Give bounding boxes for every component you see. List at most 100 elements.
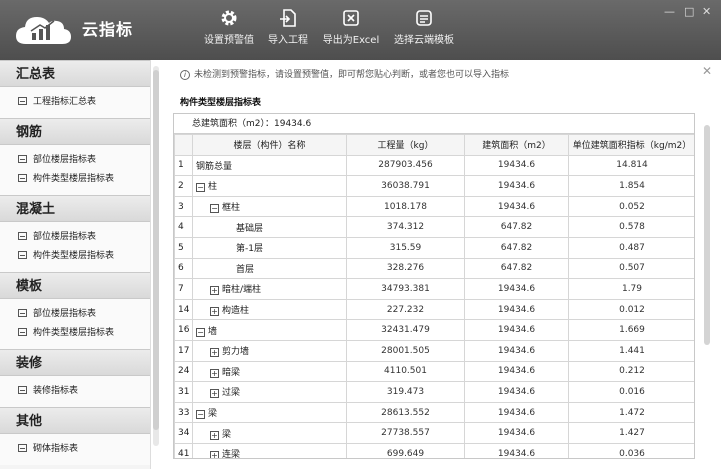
table-row[interactable]: 14 + 构造柱 227.232 19434.6 0.012 (174, 298, 694, 321)
header-name[interactable]: 楼层（构件）名称 (192, 134, 347, 156)
row-name: 构造柱 (222, 306, 250, 317)
sidebar-section-formwork[interactable]: 模板 (0, 272, 150, 299)
row-unit-index: 0.036 (568, 442, 694, 458)
select-cloud-template-label: 选择云端模板 (394, 35, 454, 46)
table-scrollbar[interactable] (704, 125, 710, 345)
sidebar-item-concrete-floor[interactable]: 部位楼层指标表 (0, 228, 150, 247)
row-name-cell: − 柱 (192, 175, 347, 197)
row-name: 暗梁 (222, 367, 241, 378)
app-title: 云指标 (82, 20, 134, 39)
sidebar-section-concrete[interactable]: 混凝土 (0, 195, 150, 222)
close-window-icon[interactable]: ✕ (702, 5, 711, 18)
row-index: 2 (174, 175, 193, 197)
sidebar-section-summary[interactable]: 汇总表 (0, 60, 150, 87)
sidebar-group-formwork: 部位楼层指标表 构件类型楼层指标表 (0, 299, 150, 349)
row-index: 6 (174, 257, 193, 280)
sidebar-item-concrete-component[interactable]: 构件类型楼层指标表 (0, 247, 150, 266)
row-unit-index: 0.012 (568, 298, 694, 321)
table-row[interactable]: 1 钢筋总量 287903.456 19434.6 14.814 (174, 154, 694, 177)
sidebar-group-rebar: 部位楼层指标表 构件类型楼层指标表 (0, 145, 150, 195)
row-unit-index: 1.427 (568, 422, 694, 444)
collapse-icon[interactable]: − (196, 410, 205, 420)
row-area: 19434.6 (464, 154, 569, 177)
table-row[interactable]: 6 首层 328.276 647.82 0.507 (174, 257, 694, 280)
row-name-cell: 钢筋总量 (192, 154, 347, 177)
row-index: 31 (174, 381, 193, 403)
row-name: 柱 (208, 182, 218, 193)
row-area: 19434.6 (464, 401, 569, 424)
index-grid: 总建筑面积（m2）：19434.6 楼层（构件）名称 工程量（kg） 建筑面积（… (173, 113, 695, 459)
row-name-cell: + 构造柱 (192, 298, 347, 321)
table-row[interactable]: 7 + 暗柱/端柱 34793.381 19434.6 1.79 (174, 278, 694, 300)
row-name-cell: − 框柱 (192, 195, 347, 218)
row-index: 34 (174, 422, 193, 444)
expand-icon[interactable]: + (210, 430, 219, 440)
row-name-cell: 第-1层 (192, 236, 347, 259)
table-row[interactable]: 41 + 连梁 699.649 19434.6 0.036 (174, 442, 694, 458)
row-unit-index: 1.79 (568, 278, 694, 300)
sidebar-item-formwork-floor[interactable]: 部位楼层指标表 (0, 305, 150, 324)
minimize-icon[interactable]: — (664, 5, 675, 18)
header-quantity[interactable]: 工程量（kg） (346, 134, 465, 156)
row-name: 基础层 (236, 223, 264, 234)
header-area[interactable]: 建筑面积（m2） (464, 134, 569, 156)
sidebar-item-rebar-floor[interactable]: 部位楼层指标表 (0, 151, 150, 170)
table-icon (18, 97, 27, 105)
sidebar-item-masonry[interactable]: 砌体指标表 (0, 440, 150, 459)
expand-icon[interactable]: + (210, 307, 219, 317)
sidebar-scrollbar-thumb[interactable] (153, 70, 159, 430)
sidebar-item-rebar-component[interactable]: 构件类型楼层指标表 (0, 170, 150, 189)
expand-icon[interactable]: + (210, 368, 219, 378)
collapse-icon[interactable]: − (210, 204, 219, 214)
table-header-row: 楼层（构件）名称 工程量（kg） 建筑面积（m2） 单位建筑面积指标（kg/m2… (174, 134, 694, 156)
sidebar-item-decoration[interactable]: 装修指标表 (0, 382, 150, 401)
table-row[interactable]: 34 + 梁 27738.557 19434.6 1.427 (174, 422, 694, 444)
expand-icon[interactable]: + (210, 389, 219, 399)
row-quantity: 4110.501 (346, 360, 465, 383)
set-warning-button[interactable]: 设置预警值 (203, 8, 255, 52)
table-icon (18, 444, 27, 452)
expand-icon[interactable]: + (210, 348, 219, 358)
sidebar-group-summary: 工程指标汇总表 (0, 87, 150, 118)
collapse-icon[interactable]: − (196, 327, 205, 337)
table-row[interactable]: 31 + 过梁 319.473 19434.6 0.016 (174, 381, 694, 403)
expand-icon[interactable]: + (210, 286, 219, 296)
table-icon (18, 309, 27, 317)
export-excel-button[interactable]: 导出为Excel (322, 8, 380, 52)
section-title: 构件类型楼层指标表 (180, 98, 262, 108)
row-quantity: 374.312 (346, 216, 465, 238)
import-icon (280, 9, 296, 27)
table-body: 1 钢筋总量 287903.456 19434.6 14.814 2− 柱 36038.791… (174, 154, 694, 458)
row-name: 梁 (222, 429, 232, 440)
row-area: 647.82 (464, 236, 569, 259)
row-unit-index: 0.487 (568, 236, 694, 259)
row-quantity: 227.232 (346, 298, 465, 321)
table-row[interactable]: 3− 框柱 1018.178 19434.6 0.052 (174, 195, 694, 218)
sidebar-section-other[interactable]: 其他 (0, 407, 150, 434)
table-row[interactable]: 5 第-1层 315.59 647.82 0.487 (174, 236, 694, 259)
table-row[interactable]: 33− 梁 28613.552 19434.6 1.472 (174, 401, 694, 424)
table-row[interactable]: 16− 墙 32431.479 19434.6 1.669 (174, 319, 694, 341)
sidebar-section-decoration[interactable]: 装修 (0, 349, 150, 376)
table-row[interactable]: 2− 柱 36038.791 19434.6 1.854 (174, 175, 694, 197)
export-excel-label: 导出为Excel (322, 35, 380, 46)
maximize-icon[interactable]: □ (684, 5, 694, 18)
header-unit-index[interactable]: 单位建筑面积指标（kg/m2） (568, 134, 694, 156)
sidebar-scrollbar[interactable] (153, 66, 159, 446)
collapse-icon[interactable]: − (196, 183, 205, 193)
row-area: 19434.6 (464, 360, 569, 383)
sidebar-item-formwork-component[interactable]: 构件类型楼层指标表 (0, 324, 150, 343)
select-cloud-template-button[interactable]: 选择云端模板 (392, 8, 456, 52)
sidebar-item-project-summary[interactable]: 工程指标汇总表 (0, 93, 150, 112)
close-notice-icon[interactable]: ✕ (702, 64, 712, 78)
sidebar-section-rebar[interactable]: 钢筋 (0, 118, 150, 145)
table-row[interactable]: 4 基础层 374.312 647.82 0.578 (174, 216, 694, 238)
expand-icon[interactable]: + (210, 451, 219, 458)
import-project-button[interactable]: 导入工程 (266, 8, 310, 52)
table-row[interactable]: 17 + 剪力墙 28001.505 19434.6 1.441 (174, 339, 694, 362)
row-name: 第-1层 (236, 244, 263, 255)
row-unit-index: 0.052 (568, 195, 694, 218)
table-row[interactable]: 24 + 暗梁 4110.501 19434.6 0.212 (174, 360, 694, 383)
row-name: 剪力墙 (222, 347, 250, 358)
row-area: 19434.6 (464, 278, 569, 300)
